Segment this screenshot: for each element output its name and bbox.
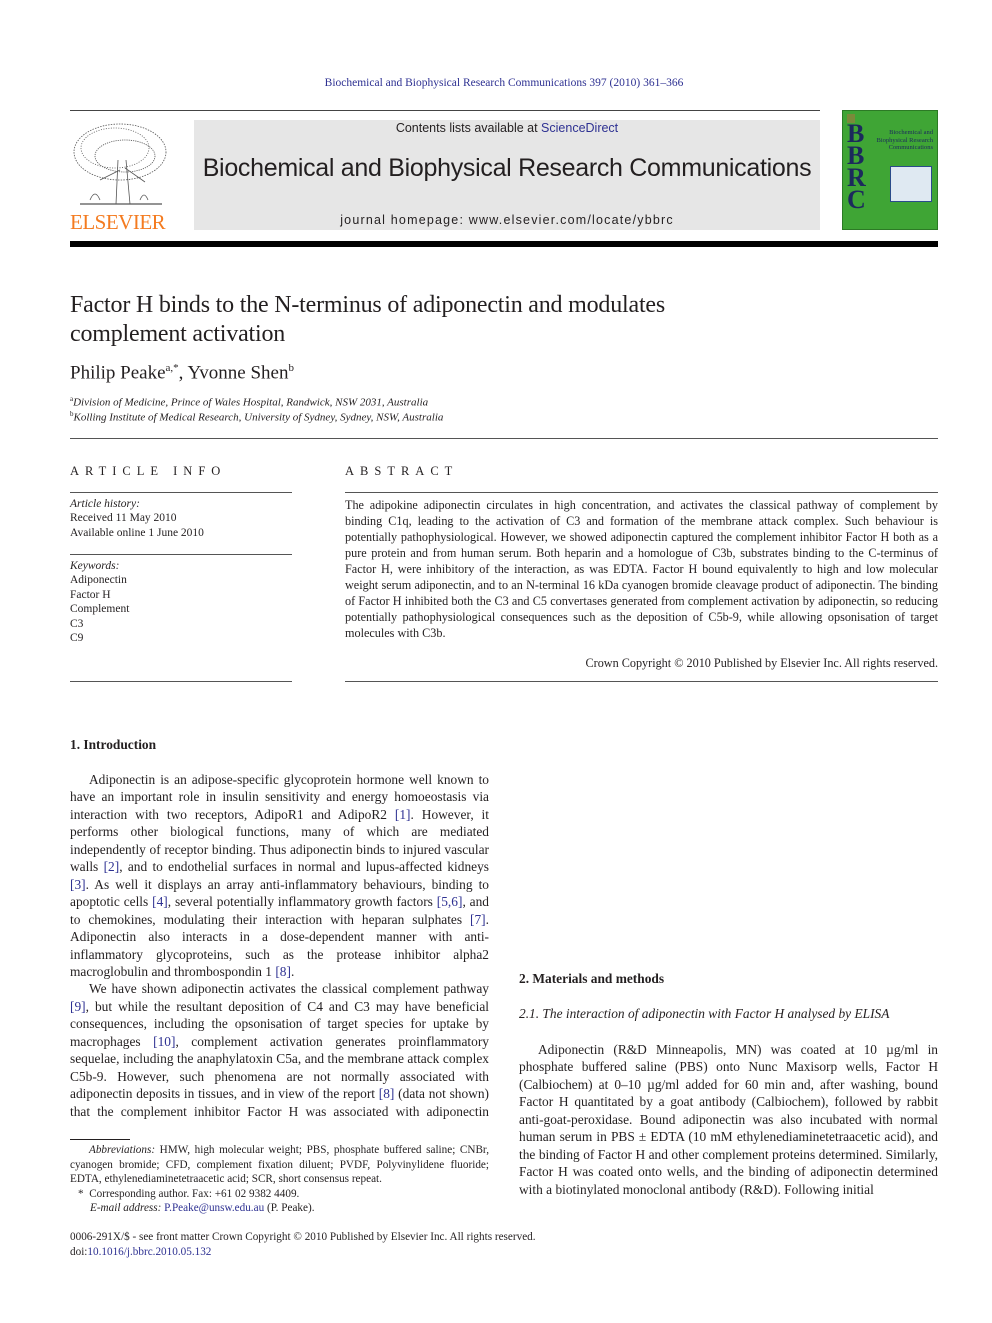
asterisk-mark: * [78, 1187, 84, 1200]
affiliation: bKolling Institute of Medical Research, … [70, 410, 443, 424]
running-head[interactable]: Biochemical and Biophysical Research Com… [0, 77, 992, 89]
cover-image [890, 166, 932, 202]
email-suffix: (P. Peake). [264, 1202, 315, 1215]
doi-link[interactable]: 10.1016/j.bbrc.2010.05.132 [87, 1246, 211, 1258]
abstract-copyright: Crown Copyright © 2010 Published by Else… [585, 656, 939, 670]
email-link[interactable]: P.Peake@unsw.edu.au [164, 1202, 264, 1214]
keyword: Complement [70, 603, 130, 616]
received-date: Received 11 May 2010 [70, 512, 177, 525]
reference-link[interactable]: [2] [104, 859, 120, 874]
abstract-text: The adipokine adiponectin circulates in … [345, 498, 938, 640]
corresponding-note: * Corresponding author. Fax: +61 02 9382… [70, 1187, 489, 1202]
history-label: Article history: [70, 498, 140, 510]
abbreviations-label: Abbreviations: [89, 1144, 156, 1156]
reference-link[interactable]: [8] [379, 1086, 395, 1101]
available-date: Available online 1 June 2010 [70, 526, 204, 539]
author-name[interactable]: Yvonne Shen [187, 362, 288, 383]
section-heading-methods: 2. Materials and methods [519, 971, 665, 986]
text-run: . [290, 963, 295, 979]
keyword: C3 [70, 617, 84, 630]
text-run: We have shown adiponectin activates the … [89, 981, 489, 997]
contents-line: Contents lists available at ScienceDirec… [194, 121, 820, 135]
divider [70, 554, 292, 555]
email-note: E-mail address: P.Peake@unsw.edu.au (P. … [70, 1201, 489, 1216]
paragraph: Adiponectin is an adipose-specific glyco… [70, 771, 489, 980]
keywords-label: Keywords: [70, 560, 120, 572]
sciencedirect-link[interactable]: ScienceDirect [541, 121, 618, 135]
abbreviations-note: Abbreviations: HMW, high molecular weigh… [70, 1143, 489, 1187]
author-list: Philip Peakea,*, Yvonne Shenb [70, 362, 294, 384]
cover-letter: C [847, 185, 866, 214]
keyword: Adiponectin [70, 574, 127, 587]
section-heading-introduction: 1. Introduction [70, 737, 157, 752]
issn-line: 0006-291X/$ - see front matter Crown Cop… [70, 1231, 536, 1243]
cover-letters: B B R C [847, 121, 866, 214]
paragraph: We have shown adiponectin activates the … [70, 980, 489, 1121]
footnote-rule [70, 1139, 130, 1140]
keyword: C9 [70, 632, 84, 645]
left-column: Adiponectin is an adipose-specific glyco… [70, 771, 489, 1121]
affiliation-text: Division of Medicine, Prince of Wales Ho… [73, 396, 429, 409]
article-title: Factor H binds to the N-terminus of adip… [70, 291, 870, 349]
methods-column: Adiponectin (R&D Minneapolis, MN) was co… [519, 1041, 938, 1198]
right-column-continuation: We have shown adiponectin activates the … [519, 737, 938, 955]
footnotes: Abbreviations: HMW, high molecular weigh… [70, 1143, 489, 1216]
tree-icon [73, 123, 167, 205]
bottom-info: 0006-291X/$ - see front matter Crown Cop… [70, 1230, 536, 1259]
author-name[interactable]: Philip Peake [70, 362, 166, 383]
title-line: complement activation [70, 321, 286, 347]
divider [345, 492, 938, 493]
journal-title: Biochemical and Biophysical Research Com… [202, 154, 812, 182]
paragraph: Adiponectin (R&D Minneapolis, MN) was co… [519, 1042, 938, 1197]
reference-link[interactable]: [10] [153, 1034, 175, 1049]
keywords: Keywords: Adiponectin Factor H Complemen… [70, 559, 292, 645]
cover-title: Biochemical and Biophysical Research Com… [876, 129, 934, 151]
divider [345, 681, 938, 682]
affiliation: aDivision of Medicine, Prince of Wales H… [70, 395, 428, 409]
reference-link[interactable]: [3] [70, 877, 86, 892]
reference-link[interactable]: [5,6] [437, 894, 463, 909]
author-affil-mark[interactable]: b [288, 362, 294, 374]
elsevier-wordmark[interactable]: ELSEVIER [70, 210, 170, 235]
divider [70, 438, 938, 439]
contents-prefix: Contents lists available at [395, 121, 542, 135]
subsection-heading: 2.1. The interaction of adiponectin with… [519, 1006, 890, 1021]
header-rule [70, 110, 820, 111]
keyword: Factor H [70, 588, 111, 601]
title-line: Factor H binds to the N-terminus of adip… [70, 292, 666, 318]
journal-cover[interactable]: B B R C Biochemical and Biophysical Rese… [842, 110, 938, 230]
divider [70, 681, 292, 682]
abstract-heading: ABSTRACT [345, 464, 459, 478]
text-run: , and to endothelial surfaces in normal … [119, 859, 489, 875]
corresponding-text: Corresponding author. Fax: +61 02 9382 4… [89, 1187, 300, 1200]
affiliation-text: Kolling Institute of Medical Research, U… [73, 411, 444, 424]
doi-line: doi:10.1016/j.bbrc.2010.05.132 [70, 1245, 536, 1260]
author-affil-mark[interactable]: a,* [166, 362, 179, 374]
article-info-heading: ARTICLE INFO [70, 464, 227, 478]
reference-link[interactable]: [1] [395, 807, 411, 822]
reference-link[interactable]: [8] [275, 964, 291, 979]
reference-link[interactable]: [7] [470, 912, 486, 927]
reference-link[interactable]: [9] [70, 999, 86, 1014]
reference-link[interactable]: [4] [152, 894, 168, 909]
email-label: E-mail address: [90, 1202, 162, 1215]
text-run: , several potentially inflammatory growt… [167, 894, 437, 910]
doi-label: doi: [70, 1245, 88, 1258]
article-history: Article history: Received 11 May 2010 Av… [70, 497, 292, 540]
journal-homepage[interactable]: journal homepage: www.elsevier.com/locat… [194, 213, 820, 227]
header-thick-rule [70, 241, 938, 247]
divider [70, 492, 292, 493]
